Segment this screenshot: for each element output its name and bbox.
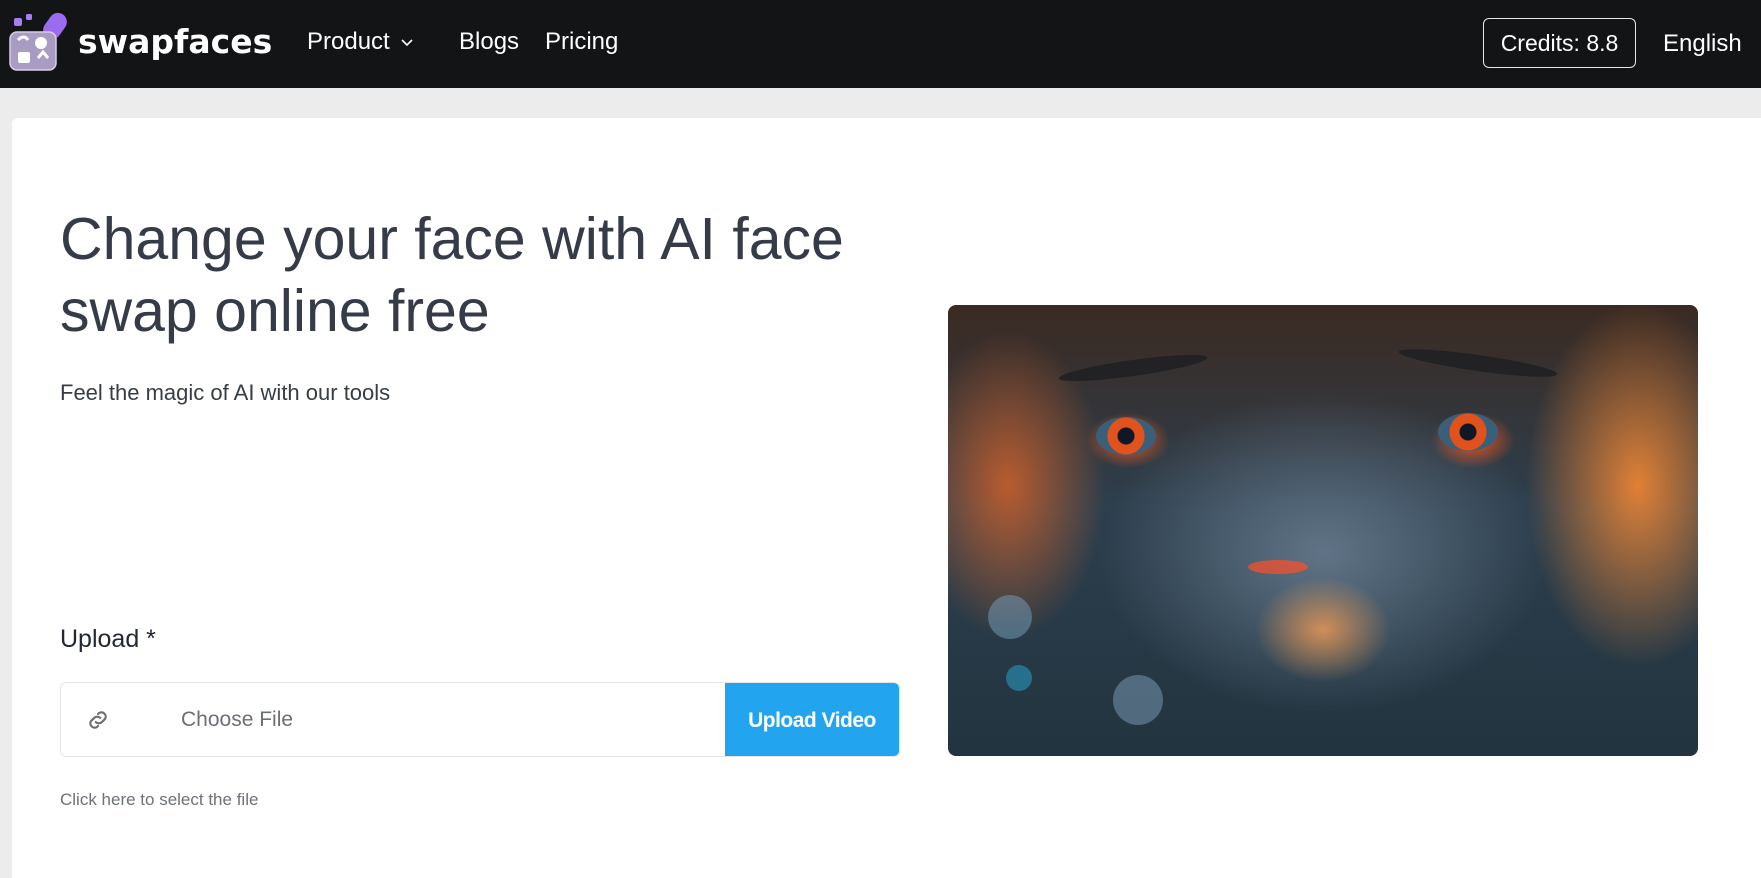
upload-video-button[interactable]: Upload Video — [725, 683, 899, 756]
nav-pricing[interactable]: Pricing — [545, 28, 618, 56]
credits-button[interactable]: Credits: 8.8 — [1483, 18, 1636, 68]
link-icon — [89, 711, 107, 729]
hero-face-image — [948, 305, 1698, 756]
nav-product[interactable]: Product — [307, 28, 390, 56]
page-subtitle: Feel the magic of AI with our tools — [60, 380, 391, 405]
image-detail — [1248, 560, 1308, 574]
page-title: Change your face with AI face swap onlin… — [60, 206, 844, 344]
file-upload-field[interactable]: Choose File Upload Video — [60, 682, 900, 757]
chevron-down-icon[interactable] — [400, 36, 414, 50]
image-detail — [1096, 417, 1156, 455]
brand-name[interactable]: swapfaces — [78, 22, 272, 61]
top-nav-bar: swapfaces Product Blogs Pricing Credits:… — [0, 0, 1761, 88]
swapfaces-logo-icon[interactable] — [8, 10, 72, 74]
credits-label: Credits: 8.8 — [1500, 29, 1619, 56]
image-detail — [1057, 349, 1209, 387]
upload-label: Upload * — [60, 625, 156, 653]
language-selector[interactable]: English — [1663, 30, 1742, 58]
image-detail — [1397, 343, 1559, 383]
image-detail — [988, 595, 1032, 639]
image-detail — [1113, 675, 1163, 725]
choose-file-input[interactable]: Choose File — [181, 708, 293, 732]
image-detail — [1006, 665, 1032, 691]
image-detail — [1438, 413, 1498, 451]
nav-blogs[interactable]: Blogs — [459, 28, 519, 56]
upload-helper-text[interactable]: Click here to select the file — [60, 790, 258, 810]
